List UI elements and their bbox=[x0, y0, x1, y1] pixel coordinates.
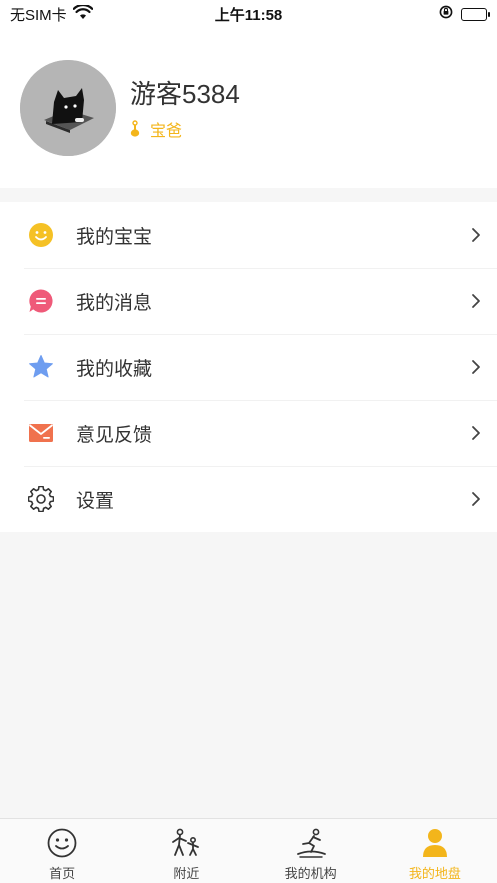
avatar[interactable] bbox=[20, 60, 116, 156]
tab-my-institutions[interactable]: 我的机构 bbox=[249, 819, 373, 883]
wifi-icon bbox=[72, 3, 93, 24]
menu-item-label: 意见反馈 bbox=[76, 424, 153, 446]
status-bar: 无SIM卡 上午11:58 bbox=[0, 0, 497, 28]
gear-icon bbox=[28, 486, 54, 512]
cat-avatar-icon bbox=[20, 60, 116, 156]
menu-item-settings[interactable]: 设置 bbox=[0, 466, 497, 532]
settings-menu: 我的宝宝 我的消息 我的收藏 意见反馈 设置 bbox=[0, 202, 497, 532]
role-label: 宝爸 bbox=[150, 123, 183, 140]
tab-label: 我的地盘 bbox=[408, 866, 461, 881]
chevron-right-icon bbox=[471, 491, 481, 507]
role-row: 宝爸 bbox=[130, 117, 182, 141]
chevron-right-icon bbox=[471, 359, 481, 375]
runner-icon bbox=[294, 827, 328, 859]
tab-nearby[interactable]: 附近 bbox=[124, 819, 248, 883]
family-walking-icon bbox=[169, 827, 203, 859]
profile-header[interactable]: 游客5384 宝爸 bbox=[0, 28, 497, 188]
mail-icon bbox=[28, 420, 54, 446]
menu-item-my-messages[interactable]: 我的消息 bbox=[0, 268, 497, 334]
menu-item-label: 我的收藏 bbox=[76, 358, 153, 380]
battery-icon bbox=[461, 7, 490, 21]
profile-screen: 无SIM卡 上午11:58 游客5384 宝爸 我的宝宝 我的消息 我的收藏 意… bbox=[0, 0, 497, 883]
menu-item-label: 我的宝宝 bbox=[76, 226, 153, 248]
smiley-face-icon bbox=[28, 222, 54, 248]
menu-item-label: 我的消息 bbox=[76, 292, 153, 314]
chat-bubble-icon bbox=[28, 288, 54, 314]
tab-label: 我的机构 bbox=[284, 866, 337, 881]
smiley-face-icon bbox=[45, 827, 79, 859]
bottom-tab-bar: 首页 附近 我的机构 我的地盘 bbox=[0, 818, 497, 883]
chevron-right-icon bbox=[471, 425, 481, 441]
tab-home[interactable]: 首页 bbox=[0, 819, 124, 883]
menu-item-my-favorites[interactable]: 我的收藏 bbox=[0, 334, 497, 400]
star-icon bbox=[28, 354, 54, 380]
menu-item-my-baby[interactable]: 我的宝宝 bbox=[0, 202, 497, 268]
orientation-lock-icon bbox=[439, 5, 453, 23]
person-icon bbox=[418, 827, 452, 859]
tab-label: 附近 bbox=[173, 866, 200, 881]
menu-item-label: 设置 bbox=[76, 490, 115, 512]
username: 游客5384 bbox=[130, 79, 240, 109]
chevron-right-icon bbox=[471, 227, 481, 243]
tab-my-space[interactable]: 我的地盘 bbox=[373, 819, 497, 883]
menu-item-feedback[interactable]: 意见反馈 bbox=[0, 400, 497, 466]
chevron-right-icon bbox=[471, 293, 481, 309]
carrier-label: 无SIM卡 bbox=[10, 6, 67, 24]
tab-label: 首页 bbox=[49, 866, 76, 881]
pacifier-icon bbox=[130, 120, 140, 138]
